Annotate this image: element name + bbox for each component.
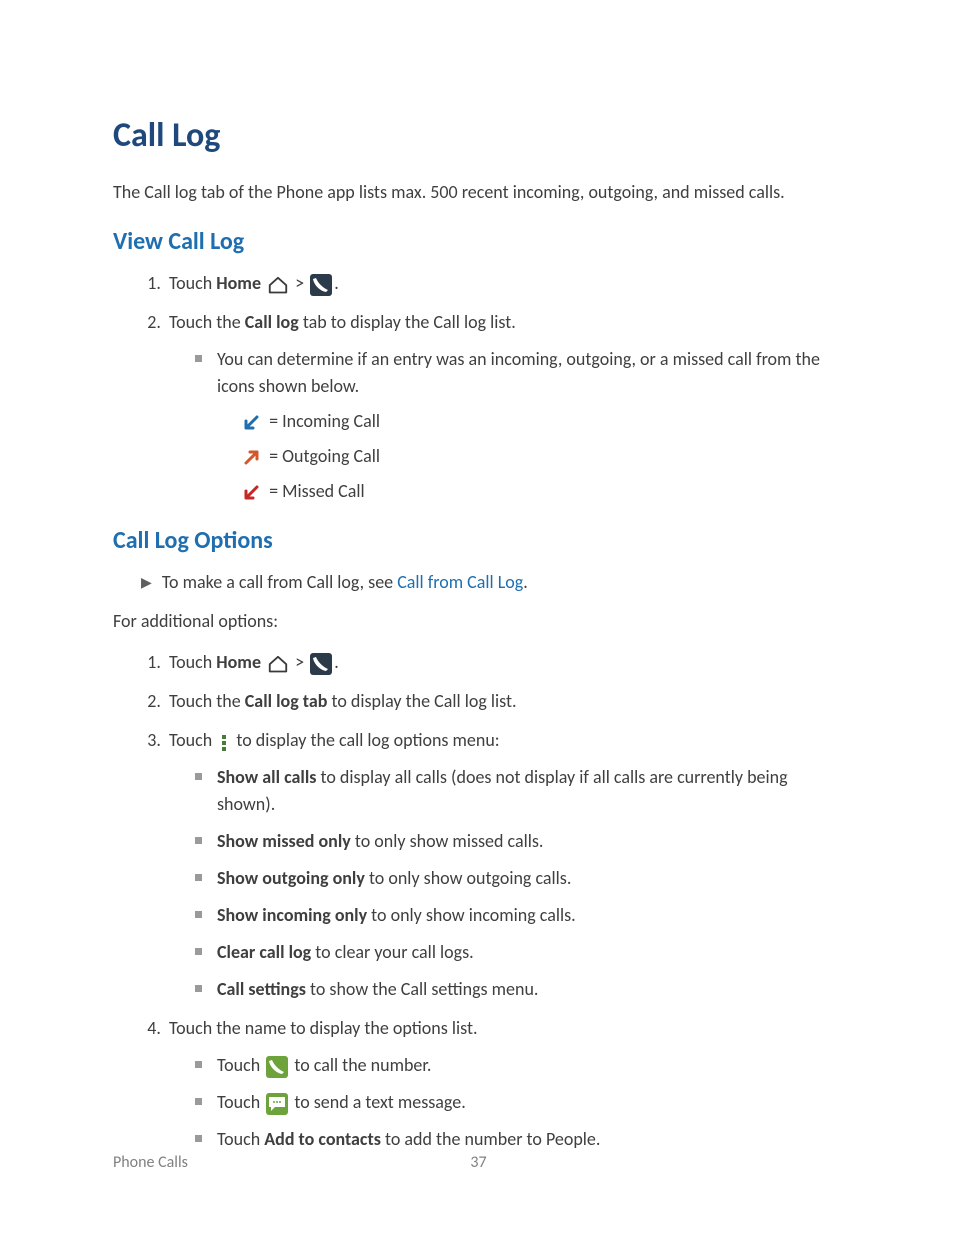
step-post: . [334,651,339,673]
phone-app-icon [310,274,332,296]
sub-pre: Touch [217,1128,264,1150]
opt-text: to clear your call logs. [311,941,473,963]
home-icon [267,655,289,673]
options-step-1: Touch Home > . [165,649,844,676]
step-post: . [334,272,339,294]
options-menu-list: Show all calls to display all calls (doe… [169,764,844,1003]
opt-show-incoming: Show incoming only to only show incoming… [193,902,844,929]
home-icon [267,276,289,294]
step4-sub-list: Touch to call the number. Touch to send … [169,1052,844,1153]
phone-app-icon [310,653,332,675]
view-step-2: Touch the Call log tab to display the Ca… [165,309,844,505]
opt-text: to only show missed calls. [351,830,544,852]
call-log-label: Call log [245,311,299,333]
sub-pre: Touch [217,1091,264,1113]
legend-incoming: = Incoming Call [241,408,844,435]
opt-label: Call settings [217,978,306,1000]
sub-pre: Touch [217,1054,264,1076]
sub-message: Touch to send a text message. [193,1089,844,1116]
legend-outgoing: = Outgoing Call [241,443,844,470]
options-pointer-line: ▶ To make a call from Call log, see Call… [113,569,844,596]
step-text-post: to display the call log options menu: [236,729,499,751]
call-icon [266,1056,288,1078]
call-log-tab-label: Call log tab [245,690,328,712]
view-sub-note: You can determine if an entry was an inc… [193,346,844,505]
triangle-bullet-icon: ▶ [141,572,152,593]
page-footer: Phone Calls 37 [113,1151,844,1175]
options-step-4: Touch the name to display the options li… [165,1015,844,1153]
view-steps-list: Touch Home > . Touch the Call log tab to… [113,270,844,505]
sub-post: to send a text message. [294,1091,465,1113]
sub-add-contacts: Touch Add to contacts to add the number … [193,1126,844,1153]
step-text-post: tab to display the Call log list. [299,311,516,333]
footer-page-number: 37 [113,1151,844,1175]
overflow-menu-icon [218,733,230,751]
message-icon [266,1093,288,1115]
step-text: Touch [169,729,216,751]
opt-label: Show incoming only [217,904,367,926]
step-text: Touch the name to display the options li… [169,1017,478,1039]
sub-call: Touch to call the number. [193,1052,844,1079]
sub-post: to call the number. [294,1054,431,1076]
legend-text: = Outgoing Call [265,445,380,467]
pointer-post: . [523,571,528,593]
view-step-1: Touch Home > . [165,270,844,297]
page-title: Call Log [113,110,844,161]
section-heading-view: View Call Log [113,224,844,260]
document-page: Call Log The Call log tab of the Phone a… [0,0,954,1235]
opt-label: Show missed only [217,830,351,852]
legend-text: = Incoming Call [265,410,380,432]
opt-show-outgoing: Show outgoing only to only show outgoing… [193,865,844,892]
pointer-pre: To make a call from Call log, see [162,571,397,593]
step-text: Touch the [169,311,245,333]
options-step-2: Touch the Call log tab to display the Ca… [165,688,844,715]
step-text: Touch the [169,690,245,712]
section-heading-options: Call Log Options [113,523,844,559]
opt-show-missed: Show missed only to only show missed cal… [193,828,844,855]
sub-post: to add the number to People. [381,1128,601,1150]
incoming-call-icon [241,413,261,433]
opt-text: to only show outgoing calls. [365,867,572,889]
step-text: Touch [169,651,216,673]
step-text-post: to display the Call log list. [327,690,516,712]
sub-text: You can determine if an entry was an inc… [217,348,820,397]
missed-call-icon [241,483,261,503]
gt-sep: > [291,272,308,294]
legend-text: = Missed Call [265,480,365,502]
gt-sep: > [291,651,308,673]
step-text: Touch [169,272,216,294]
additional-options-text: For additional options: [113,608,844,635]
opt-label: Show outgoing only [217,867,365,889]
view-step-2-sub: You can determine if an entry was an inc… [169,346,844,505]
opt-settings: Call settings to show the Call settings … [193,976,844,1003]
call-icon-legend: = Incoming Call = Outgoing Call = Missed… [217,408,844,505]
home-label: Home [216,651,261,673]
call-from-call-log-link[interactable]: Call from Call Log [397,571,523,593]
options-steps-list: Touch Home > . Touch the Call log tab to… [113,649,844,1153]
opt-text: to only show incoming calls. [367,904,576,926]
options-step-3: Touch to display the call log options me… [165,727,844,1003]
opt-label: Show all calls [217,766,316,788]
home-label: Home [216,272,261,294]
intro-paragraph: The Call log tab of the Phone app lists … [113,179,844,206]
opt-label: Clear call log [217,941,311,963]
opt-show-all: Show all calls to display all calls (doe… [193,764,844,818]
outgoing-call-icon [241,448,261,468]
legend-missed: = Missed Call [241,478,844,505]
add-contacts-label: Add to contacts [264,1128,381,1150]
opt-text: to show the Call settings menu. [306,978,539,1000]
opt-clear: Clear call log to clear your call logs. [193,939,844,966]
